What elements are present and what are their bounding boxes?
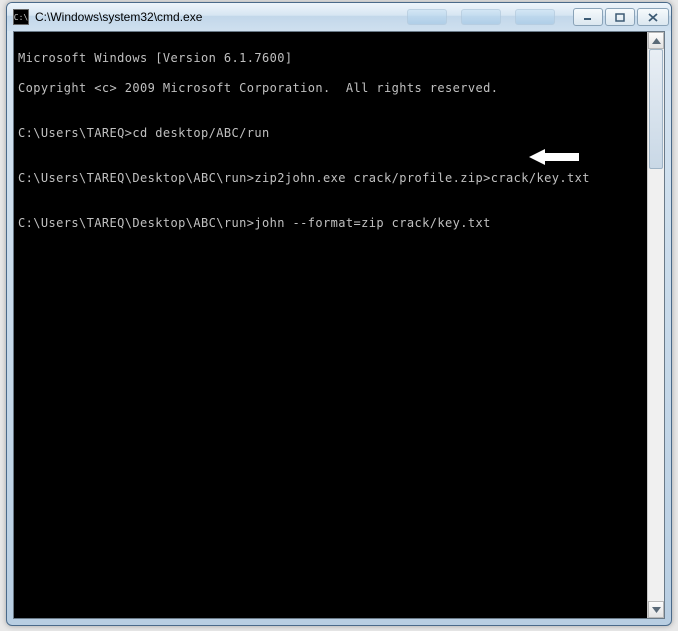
chevron-down-icon [652,607,661,613]
vertical-scrollbar[interactable] [647,32,664,618]
terminal-line: Copyright <c> 2009 Microsoft Corporation… [18,81,643,96]
window-title: C:\Windows\system32\cmd.exe [35,10,202,24]
scroll-track[interactable] [648,49,664,601]
scroll-down-button[interactable] [648,601,664,618]
cmd-window: C:\ C:\Windows\system32\cmd.exe Microsof… [6,2,672,626]
scroll-thumb[interactable] [649,49,663,169]
terminal-line: C:\Users\TAREQ\Desktop\ABC\run>john --fo… [18,216,643,231]
maximize-button[interactable] [605,8,635,26]
chevron-up-icon [652,38,661,44]
window-controls [571,8,669,26]
scroll-up-button[interactable] [648,32,664,49]
terminal-line: Microsoft Windows [Version 6.1.7600] [18,51,643,66]
minimize-button[interactable] [573,8,603,26]
terminal-line: C:\Users\TAREQ\Desktop\ABC\run>zip2john.… [18,171,643,186]
aero-blur-decor [407,9,555,25]
cmd-icon: C:\ [13,9,29,25]
terminal-line: C:\Users\TAREQ>cd desktop/ABC/run [18,126,643,141]
titlebar[interactable]: C:\ C:\Windows\system32\cmd.exe [7,3,671,31]
close-button[interactable] [637,8,669,26]
client-area: Microsoft Windows [Version 6.1.7600] Cop… [13,31,665,619]
terminal-output[interactable]: Microsoft Windows [Version 6.1.7600] Cop… [14,32,647,618]
